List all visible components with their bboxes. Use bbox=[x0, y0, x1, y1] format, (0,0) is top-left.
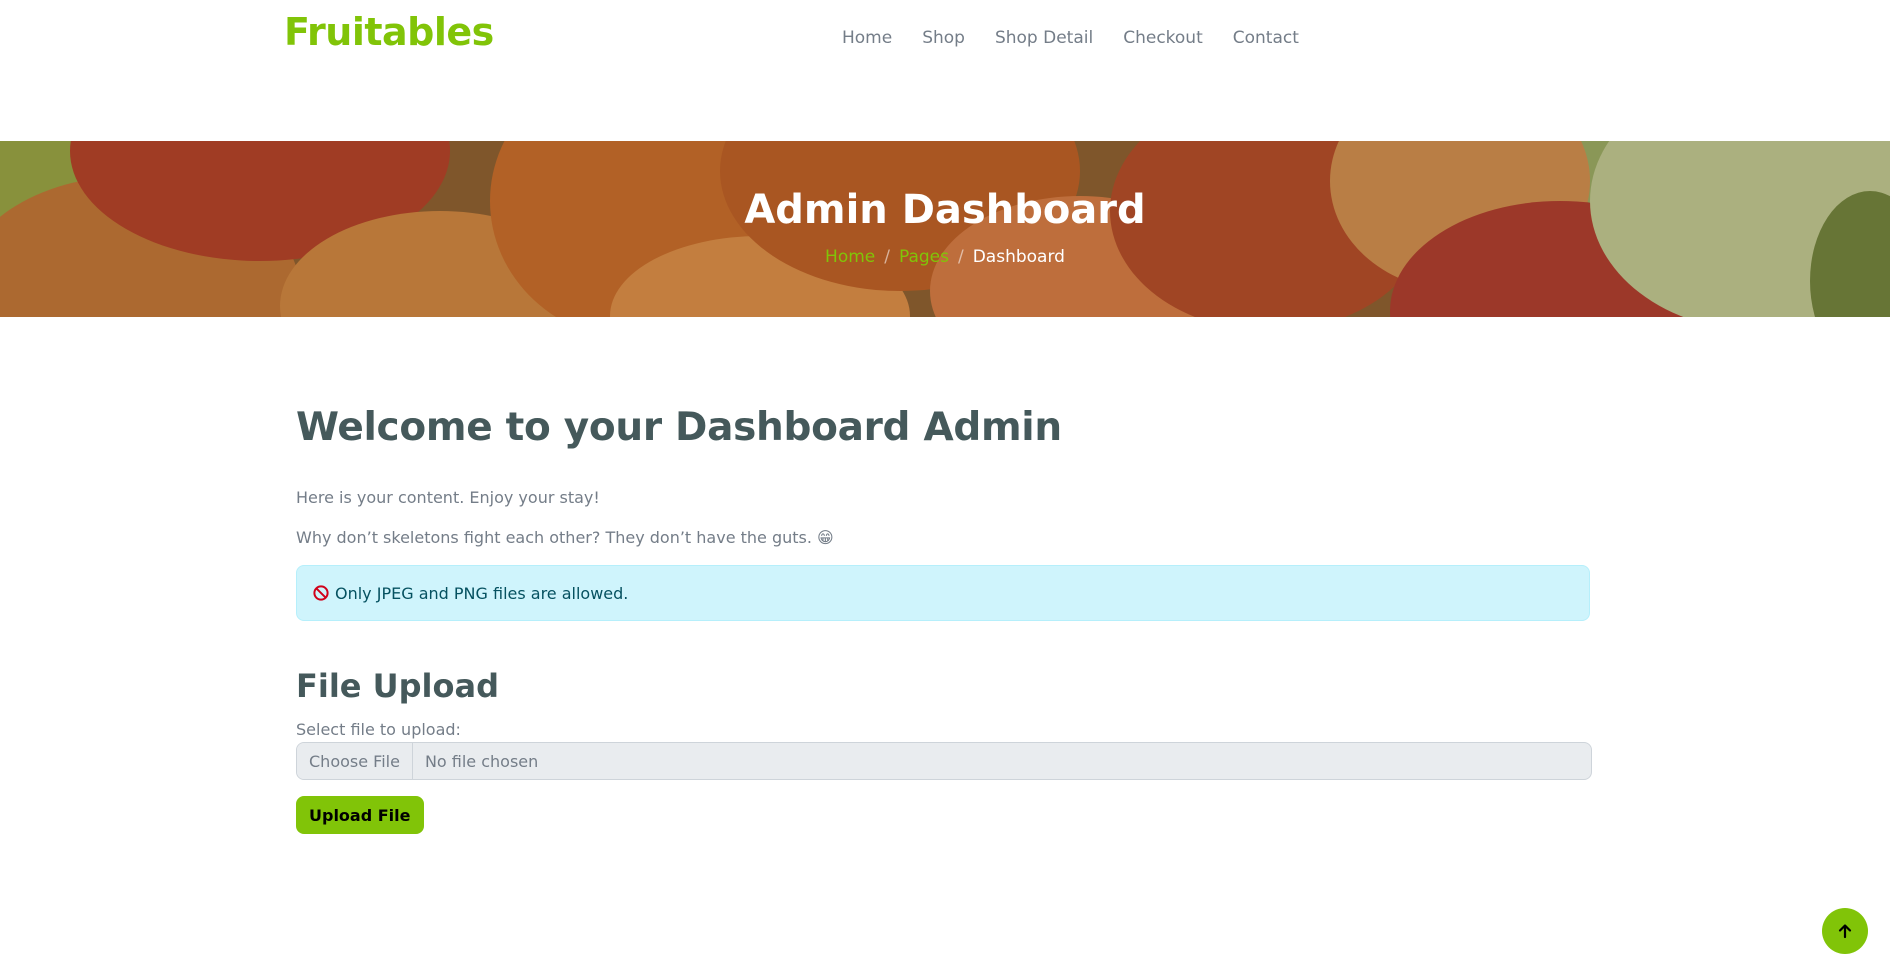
main-nav: Home Shop Shop Detail Checkout Contact bbox=[842, 28, 1299, 48]
nav-shop-detail[interactable]: Shop Detail bbox=[995, 28, 1093, 48]
page-title: Admin Dashboard bbox=[744, 187, 1146, 233]
navbar: Fruitables Home Shop Shop Detail Checkou… bbox=[0, 0, 1890, 141]
breadcrumb-separator: / bbox=[957, 247, 964, 267]
nav-checkout[interactable]: Checkout bbox=[1123, 28, 1203, 48]
nav-shop[interactable]: Shop bbox=[922, 28, 965, 48]
breadcrumb-pages[interactable]: Pages bbox=[899, 247, 949, 267]
welcome-heading: Welcome to your Dashboard Admin bbox=[296, 405, 1062, 450]
nav-home[interactable]: Home bbox=[842, 28, 892, 48]
upload-file-button[interactable]: Upload File bbox=[296, 796, 424, 834]
page-header-banner: Admin Dashboard Home / Pages / Dashboard bbox=[0, 141, 1890, 317]
joke-text: Why don’t skeletons fight each other? Th… bbox=[296, 528, 834, 547]
breadcrumb-home[interactable]: Home bbox=[825, 247, 875, 267]
alert-text: Only JPEG and PNG files are allowed. bbox=[335, 583, 629, 603]
nav-contact[interactable]: Contact bbox=[1233, 28, 1299, 48]
file-type-alert: Only JPEG and PNG files are allowed. bbox=[296, 565, 1590, 621]
intro-text: Here is your content. Enjoy your stay! bbox=[296, 488, 600, 507]
select-file-label: Select file to upload: bbox=[296, 720, 461, 739]
ban-icon bbox=[313, 585, 329, 601]
breadcrumb-dashboard: Dashboard bbox=[972, 247, 1065, 267]
choose-file-button[interactable]: Choose File bbox=[297, 743, 413, 779]
file-status-text: No file chosen bbox=[424, 751, 539, 771]
breadcrumb-separator: / bbox=[884, 247, 890, 267]
arrow-up-icon bbox=[1838, 924, 1852, 939]
file-input[interactable]: Choose File No file chosen bbox=[296, 742, 1592, 780]
brand-logo[interactable]: Fruitables bbox=[284, 10, 494, 54]
back-to-top-button[interactable] bbox=[1822, 908, 1868, 954]
breadcrumb: Home / Pages / Dashboard bbox=[0, 247, 1890, 267]
file-upload-heading: File Upload bbox=[296, 667, 499, 705]
dashboard-content: Welcome to your Dashboard Admin Here is … bbox=[296, 405, 1592, 834]
